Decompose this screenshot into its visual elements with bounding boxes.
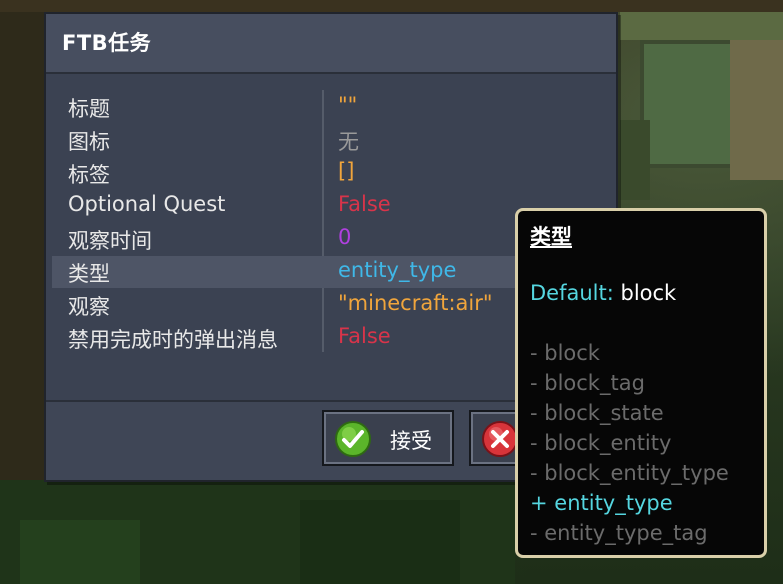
property-value[interactable]: "" bbox=[338, 93, 357, 117]
tooltip-default-key: Default: bbox=[530, 281, 614, 305]
property-key: 观察 bbox=[68, 295, 110, 319]
tooltip-option: - entity_type_tag bbox=[530, 521, 708, 545]
property-value[interactable]: 无 bbox=[338, 126, 359, 156]
tooltip-title: 类型 bbox=[530, 225, 572, 249]
type-tooltip: 类型 Default: block - block - block_tag - bl… bbox=[515, 208, 767, 558]
property-value[interactable]: False bbox=[338, 192, 391, 216]
property-key: Optional Quest bbox=[68, 192, 226, 216]
tooltip-option: - block_state bbox=[530, 401, 664, 425]
property-value[interactable]: entity_type bbox=[338, 258, 456, 282]
property-row[interactable]: 标题 "" bbox=[52, 91, 610, 123]
property-key: 标题 bbox=[68, 97, 110, 121]
property-value[interactable]: 0 bbox=[338, 225, 351, 249]
property-row[interactable]: 标签 [] bbox=[52, 157, 610, 189]
tooltip-option: + entity_type bbox=[530, 491, 673, 515]
tooltip-option: - block_tag bbox=[530, 371, 645, 395]
property-row[interactable]: 图标 无 bbox=[52, 124, 610, 156]
dialog-title: FTB任务 bbox=[62, 31, 152, 55]
property-key: 观察时间 bbox=[68, 229, 152, 253]
checkmark-icon bbox=[335, 421, 371, 457]
accept-label: 接受 bbox=[390, 429, 432, 453]
tooltip-default-value: block bbox=[620, 281, 677, 305]
property-key: 图标 bbox=[68, 130, 110, 154]
tooltip-option: - block_entity_type bbox=[530, 461, 729, 485]
property-key: 禁用完成时的弹出消息 bbox=[68, 328, 278, 352]
cross-icon bbox=[482, 421, 518, 457]
accept-button[interactable]: 接受 bbox=[322, 410, 454, 466]
property-value[interactable]: "minecraft:air" bbox=[338, 291, 493, 315]
property-key: 类型 bbox=[68, 262, 110, 286]
tooltip-option: - block_entity bbox=[530, 431, 672, 455]
property-value[interactable]: [] bbox=[338, 159, 354, 183]
property-value[interactable]: False bbox=[338, 324, 391, 348]
tooltip-option: - block bbox=[530, 341, 600, 365]
dialog-titlebar: FTB任务 bbox=[46, 14, 616, 74]
tooltip-default: Default: block bbox=[530, 281, 676, 305]
property-key: 标签 bbox=[68, 163, 110, 187]
